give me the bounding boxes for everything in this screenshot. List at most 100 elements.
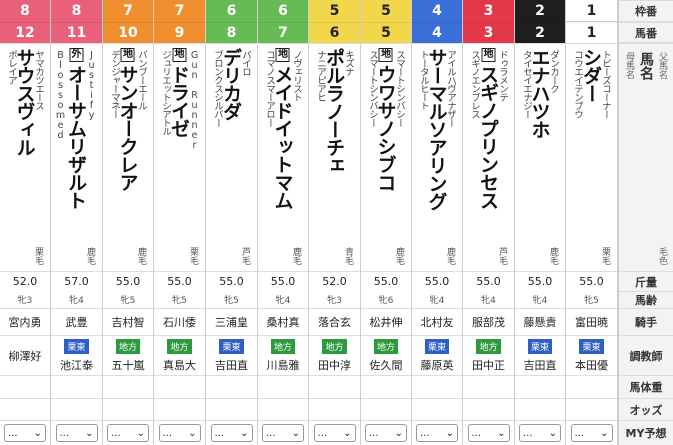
my-pick-select[interactable]: ... ⌄ <box>210 424 253 442</box>
my-pick-value: ... <box>317 427 328 439</box>
body-weight <box>0 375 50 398</box>
my-pick-select[interactable]: ... ⌄ <box>570 424 613 442</box>
label-sire: 父馬名 <box>657 52 667 79</box>
trainer-name[interactable]: 田中淳 <box>318 357 351 373</box>
horse-column: 6 8 パイロ ブロンクスシルバー デリカダ 芦毛 55.0 牝5 三浦皇 栗東 吉田直... ⌄ <box>206 0 258 445</box>
trainer-name[interactable]: 五十嵐 <box>112 357 145 373</box>
trainer-region-badge: 栗東 <box>219 338 244 354</box>
my-pick-select[interactable]: ... ⌄ <box>158 424 201 442</box>
horse-name-link[interactable]: 地メイドイットマム <box>270 48 297 209</box>
label-age: 馬齢 <box>619 291 673 308</box>
my-pick-select[interactable]: ... ⌄ <box>262 424 304 442</box>
waku-number: 5 <box>361 0 411 22</box>
sex-age: 牝4 <box>69 296 84 306</box>
horse-name-text: シダー <box>580 48 602 102</box>
jockey-name[interactable]: 宮内勇 <box>0 308 50 335</box>
body-weight <box>463 375 514 398</box>
trainer-cell: 地方 五十嵐 <box>103 335 153 375</box>
horse-name-link[interactable]: サウスヴィル <box>12 48 39 156</box>
jockey-name[interactable]: 桑村真 <box>258 308 308 335</box>
label-coat: 毛色 <box>657 247 667 265</box>
jockey-name[interactable]: 藤懸貴 <box>515 308 565 335</box>
my-pick-select[interactable]: ... ⌄ <box>467 424 510 442</box>
coat-color: 芦毛 <box>497 247 507 265</box>
sex-age: 牝5 <box>172 296 187 306</box>
body-weight <box>309 375 360 398</box>
coat-color: 青毛 <box>343 247 353 265</box>
trainer-cell: 地方 川島雅 <box>258 335 308 375</box>
burden-weight: 55.0 <box>515 271 565 291</box>
my-pick-select[interactable]: ... ⌄ <box>107 424 149 442</box>
trainer-name[interactable]: 柳澤好 <box>9 348 42 364</box>
trainer-cell: 柳澤好 <box>0 335 50 375</box>
my-pick-value: ... <box>111 427 121 439</box>
my-pick-select[interactable]: ... ⌄ <box>313 424 356 442</box>
my-pick-value: ... <box>523 427 533 439</box>
horse-name-link[interactable]: 地ドライゼ <box>166 48 193 137</box>
trainer-cell: 栗東 本田優 <box>566 335 617 375</box>
horse-number: 1 <box>566 22 617 43</box>
horse-name-area: ヤマカツエース ポレイア サウスヴィル 栗毛 <box>0 43 50 271</box>
trainer-name[interactable]: 佐久間 <box>370 357 403 373</box>
horse-name-link[interactable]: 外オーサムリザルト <box>63 48 90 209</box>
waku-number: 8 <box>51 0 102 22</box>
trainer-name[interactable]: 本田優 <box>575 357 608 373</box>
horse-name-link[interactable]: サーマルソアリング <box>424 48 451 210</box>
waku-number: 5 <box>309 0 360 22</box>
my-pick-select[interactable]: ... ⌄ <box>4 424 46 442</box>
trainer-name[interactable]: 川島雅 <box>267 357 300 373</box>
coat-color: 栗毛 <box>188 247 198 265</box>
horse-name-link[interactable]: ポルラノーチェ <box>321 48 348 174</box>
jockey-name[interactable]: 落合玄 <box>309 308 360 335</box>
my-pick-value: ... <box>420 427 430 439</box>
jockey-name[interactable]: 三浦皇 <box>206 308 257 335</box>
burden-weight: 55.0 <box>463 271 514 291</box>
my-pick-cell: ... ⌄ <box>412 420 462 445</box>
horse-name-area: Gun Runner ジュリエットシアトル 地ドライゼ 栗毛 <box>154 43 205 271</box>
origin-mark: 地 <box>275 48 290 62</box>
jockey-name[interactable]: 武豊 <box>51 308 102 335</box>
horse-name-link[interactable]: エナハツホ <box>527 48 554 138</box>
body-weight <box>515 375 565 398</box>
chevron-down-icon: ⌄ <box>85 427 94 439</box>
my-pick-value: ... <box>59 427 70 439</box>
trainer-name[interactable]: 吉田直 <box>215 357 248 373</box>
my-pick-select[interactable]: ... ⌄ <box>365 424 407 442</box>
label-waku: 枠番 <box>619 0 673 22</box>
trainer-name[interactable]: 藤原英 <box>421 357 454 373</box>
chevron-down-icon: ⌄ <box>188 427 197 439</box>
jockey-name[interactable]: 石川倭 <box>154 308 205 335</box>
horse-column: 8 12 ヤマカツエース ポレイア サウスヴィル 栗毛 52.0 牝3 宮内勇 柳澤好... ⌄ <box>0 0 51 445</box>
horse-name-area: Justify Blossomed 外オーサムリザルト 鹿毛 <box>51 43 102 271</box>
horse-name-link[interactable]: 地ウワサノシブコ <box>373 48 400 191</box>
my-pick-select[interactable]: ... ⌄ <box>416 424 458 442</box>
trainer-name[interactable]: 田中正 <box>472 357 505 373</box>
horse-number: 8 <box>206 22 257 43</box>
horse-number: 9 <box>154 22 205 43</box>
horse-name-link[interactable]: シダー <box>578 48 605 102</box>
jockey-name[interactable]: 北村友 <box>412 308 462 335</box>
trainer-name[interactable]: 吉田直 <box>524 357 557 373</box>
sex-age: 牝5 <box>224 296 239 306</box>
horse-name-link[interactable]: 地スギノプリンセス <box>475 48 502 209</box>
jockey-name[interactable]: 松井伸 <box>361 308 411 335</box>
my-pick-select[interactable]: ... ⌄ <box>55 424 98 442</box>
origin-mark: 地 <box>172 48 186 62</box>
horse-name-link[interactable]: デリカダ <box>218 48 245 120</box>
burden-weight: 57.0 <box>51 271 102 291</box>
body-weight <box>51 375 102 398</box>
chevron-down-icon: ⌄ <box>33 427 42 439</box>
origin-mark: 外 <box>69 48 83 62</box>
trainer-name[interactable]: 真島大 <box>163 357 196 373</box>
sex-age: 牝3 <box>327 296 342 306</box>
my-pick-select[interactable]: ... ⌄ <box>519 424 561 442</box>
sex-age: 牝5 <box>584 296 599 306</box>
jockey-name[interactable]: 服部茂 <box>463 308 514 335</box>
trainer-name[interactable]: 池江泰 <box>60 357 93 373</box>
jockey-name[interactable]: 富田暁 <box>566 308 617 335</box>
horse-number: 12 <box>0 22 50 43</box>
odds-value <box>154 398 205 420</box>
horse-number: 10 <box>103 22 153 43</box>
horse-name-link[interactable]: 地サンオークレア <box>115 48 142 191</box>
jockey-name[interactable]: 吉村智 <box>103 308 153 335</box>
